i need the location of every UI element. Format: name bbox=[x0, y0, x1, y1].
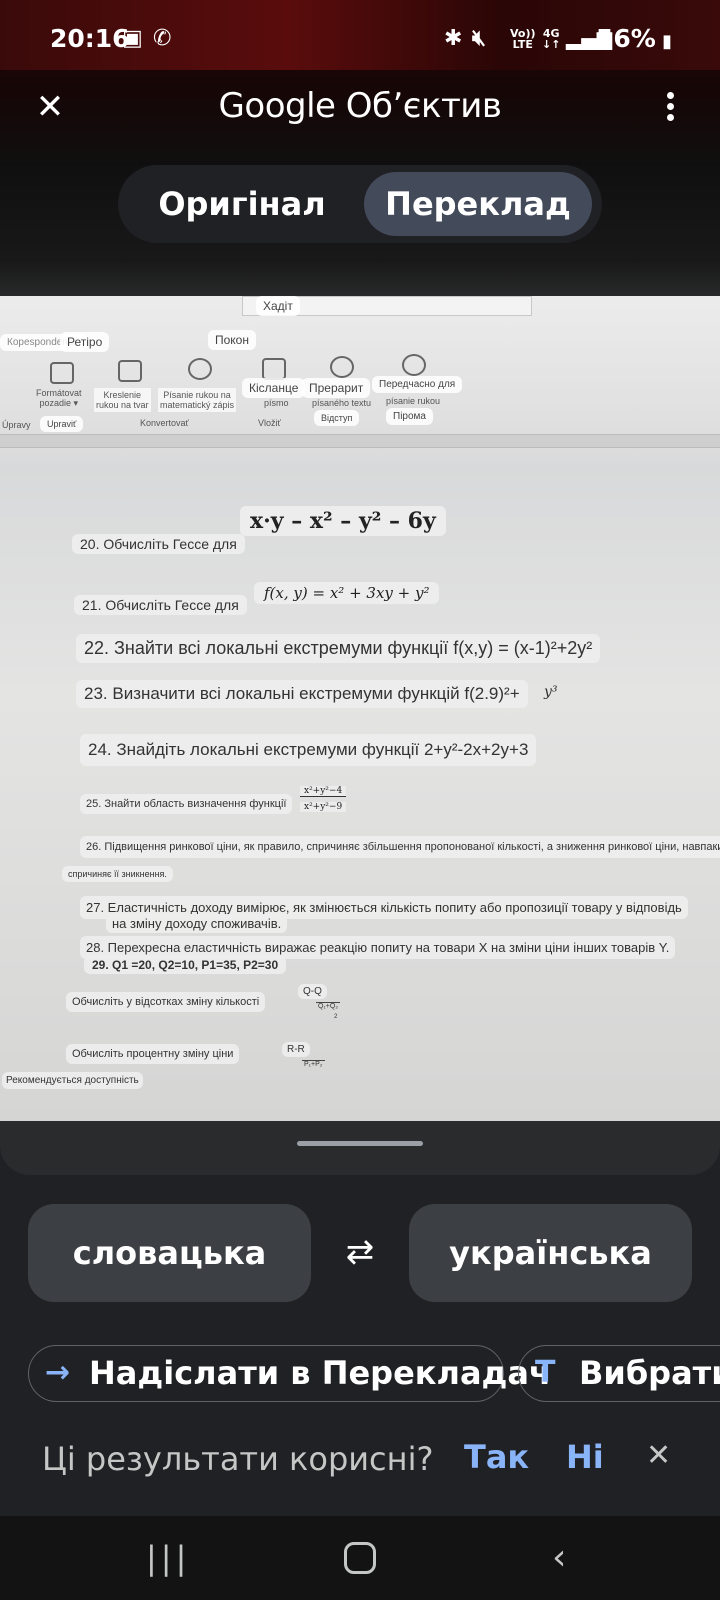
format-background-icon bbox=[50, 362, 74, 384]
quantity-formula-divisor: 2 bbox=[334, 1014, 338, 1020]
item-24: 24. Знайдіть локальні екстремуми функції… bbox=[80, 734, 537, 766]
help-icon bbox=[402, 354, 426, 376]
item-27-continued: на зміну доходу споживачів. bbox=[106, 914, 288, 933]
math-ink-icon bbox=[188, 358, 212, 380]
mode-toggle: Оригінал Переклад bbox=[118, 165, 602, 243]
feedback-question: Ці результати корисні? bbox=[42, 1440, 434, 1478]
item-21-formula: f(x, y) = x² + 3xy + y² bbox=[254, 582, 440, 604]
item-23-tail: y³ bbox=[544, 684, 558, 700]
target-language-button[interactable]: українська bbox=[409, 1204, 692, 1302]
drag-handle[interactable] bbox=[297, 1141, 423, 1146]
app-title: Google Об’єктив bbox=[218, 86, 502, 126]
camera-view: 20:16 ▣ ✆ ✱ 🔇︎ Vo)) LTE 4G ↓↑ ▂▄▆ 56% ▮ ✕ … bbox=[0, 0, 720, 1175]
app-bar: ✕ Google Об’єктив bbox=[0, 80, 720, 136]
tab-translation[interactable]: Переклад bbox=[364, 172, 592, 236]
help-overlay: Передчасно для bbox=[372, 376, 463, 393]
help-sub-label: písanie rukou bbox=[386, 396, 441, 406]
price-formula-top: R-R bbox=[282, 1042, 310, 1057]
system-navigation-bar: ||| ‹ bbox=[0, 1516, 720, 1600]
item-25: 25. Знайти область визначення функції bbox=[80, 794, 293, 814]
gallery-icon: ▣ bbox=[122, 26, 143, 51]
shape-drawing-label: Kreslenie rukou na tvar bbox=[94, 388, 151, 412]
back-icon[interactable]: ‹ bbox=[552, 1538, 566, 1578]
quantity-formula-top: Q-Q bbox=[298, 984, 327, 999]
item-20: 20. Обчисліть Гессе для bbox=[72, 534, 245, 554]
font-icon bbox=[262, 358, 286, 380]
text-select-icon: T bbox=[535, 1355, 556, 1390]
group-edits-label: Úpravy bbox=[2, 420, 31, 430]
price-change-prompt: Обчисліть процентну зміну ціни bbox=[66, 1044, 240, 1064]
shape-drawing-icon bbox=[118, 360, 142, 382]
send-to-translate-button[interactable]: → Надіслати в Перекладач bbox=[28, 1345, 551, 1402]
lens-screen: 20:16 ▣ ✆ ✱ 🔇︎ Vo)) LTE 4G ↓↑ ▂▄▆ 56% ▮ ✕ … bbox=[0, 0, 720, 1600]
battery-level: 56% ▮ bbox=[596, 24, 673, 53]
font-sub-label: písmo bbox=[264, 398, 289, 408]
group-edit-label: Upraviť bbox=[40, 416, 84, 432]
feedback-no-button[interactable]: Ні bbox=[566, 1438, 604, 1476]
mute-icon: 🔇︎ bbox=[472, 26, 486, 51]
item-25-denominator: x²+y²−9 bbox=[300, 802, 347, 812]
swap-languages-icon[interactable]: ⇄ bbox=[336, 1232, 384, 1272]
battery-icon: ▮ bbox=[655, 31, 673, 52]
dismiss-feedback-icon[interactable]: ✕ bbox=[646, 1438, 671, 1473]
arrow-right-icon: → bbox=[45, 1355, 71, 1390]
viber-icon: ✆ bbox=[153, 26, 172, 51]
status-time: 20:16 bbox=[50, 24, 130, 53]
send-to-translate-label: Надіслати в Перекладач bbox=[89, 1354, 551, 1392]
home-icon[interactable] bbox=[344, 1542, 376, 1574]
item-21: 21. Обчисліть Гессе для bbox=[74, 595, 247, 615]
select-text-label: Вибрати bbox=[579, 1354, 720, 1392]
price-formula-bottom: P₁+P₂ bbox=[302, 1060, 325, 1068]
more-options-icon[interactable] bbox=[660, 92, 680, 128]
item-29: 29. Q1 =20, Q2=10, P1=35, P2=30 bbox=[84, 956, 287, 974]
group-convert-label: Konvertovať bbox=[140, 418, 189, 428]
playback-overlay: Прерарит bbox=[302, 378, 371, 398]
tab-retiro: Ретіро bbox=[60, 332, 110, 352]
network-4g-icon: 4G ↓↑ bbox=[542, 27, 561, 51]
playback-icon bbox=[330, 356, 354, 378]
playback-sub-label: písaného textu bbox=[312, 398, 372, 408]
search-overlay: Хадіт bbox=[256, 296, 300, 316]
item-22: 22. Знайти всі локальні екстремуми функц… bbox=[76, 634, 601, 663]
select-text-button[interactable]: T Вибрати bbox=[518, 1345, 720, 1402]
item-20-formula: x·y – x² – y² – 6y bbox=[240, 506, 446, 536]
tab-original[interactable]: Оригінал bbox=[126, 172, 358, 236]
math-ink-label: Písanie rukou na matematický zápis bbox=[158, 388, 237, 412]
group-pen-label: Пірома bbox=[386, 408, 433, 425]
ribbon-toolbar: Хадіт Кореspondencia Ретіро Покон Formát… bbox=[0, 296, 720, 456]
recent-apps-icon[interactable]: ||| bbox=[146, 1538, 190, 1578]
item-26: 26. Підвищення ринкової ціни, як правило… bbox=[80, 836, 720, 858]
tab-pokon: Покон bbox=[208, 330, 256, 350]
group-indent-label: Відступ bbox=[314, 410, 360, 426]
translated-document: Хадіт Кореspondencia Ретіро Покон Formát… bbox=[0, 296, 720, 1121]
font-overlay: Кісланце bbox=[242, 378, 306, 398]
quantity-formula-bottom: Q₁+Q₂ bbox=[316, 1002, 341, 1010]
format-background-label: Formátovat pozadie ▾ bbox=[36, 388, 82, 408]
accessibility-note: Рекомендується доступність bbox=[2, 1072, 143, 1089]
volte-indicator: Vo)) LTE bbox=[510, 27, 536, 51]
source-language-button[interactable]: словацька bbox=[28, 1204, 311, 1302]
item-23: 23. Визначити всі локальні екстремуми фу… bbox=[76, 680, 528, 708]
quantity-change-prompt: Обчисліть у відсотках зміну кількості bbox=[66, 992, 266, 1012]
item-26-continued: спричиняє її зникнення. bbox=[62, 866, 173, 882]
feedback-yes-button[interactable]: Так bbox=[464, 1438, 529, 1476]
status-bar: 20:16 ▣ ✆ ✱ 🔇︎ Vo)) LTE 4G ↓↑ ▂▄▆ 56% ▮ bbox=[0, 18, 720, 62]
group-insert-label: Vložiť bbox=[258, 418, 281, 428]
feedback-bar: Ці результати корисні? Так Ні ✕ bbox=[0, 1420, 720, 1500]
ruler bbox=[0, 434, 720, 448]
bluetooth-icon: ✱ bbox=[444, 26, 463, 51]
item-25-numerator: x²+y²−4 bbox=[300, 786, 347, 797]
